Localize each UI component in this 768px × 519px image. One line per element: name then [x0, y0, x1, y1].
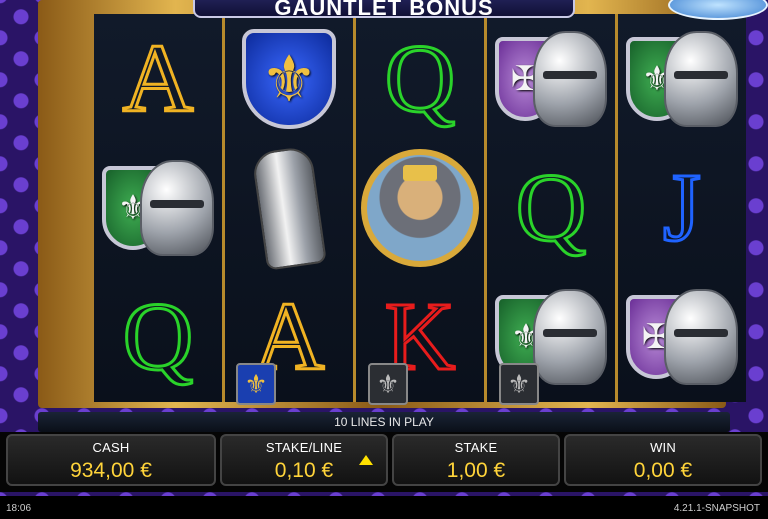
reel-5: ⚜ J ✠ — [618, 14, 746, 402]
knight-helmet-icon — [533, 288, 607, 385]
letter-symbol: A — [121, 24, 195, 133]
purple-shield-helmet: ✠ — [618, 272, 746, 401]
gauntlet — [225, 143, 353, 272]
reel-frame: A ⚜ Q ⚜ A Q K ✠ Q ⚜ ⚜ J ✠ — [38, 0, 746, 408]
win-value: 0,00 € — [633, 459, 693, 482]
reels-area: A ⚜ Q ⚜ A Q K ✠ Q ⚜ ⚜ J ✠ — [94, 14, 746, 402]
fleur-de-lis-shield-icon: ⚜ — [242, 28, 336, 129]
reel-3: QK — [356, 14, 487, 402]
green-shield-helmet: ⚜ — [618, 14, 746, 143]
reel-4: ✠ Q ⚜ — [487, 14, 618, 402]
king-portrait — [356, 143, 484, 272]
knight-helmet-icon — [533, 30, 607, 127]
lines-in-play-bar: 10 LINES IN PLAY — [38, 412, 730, 432]
letter-symbol: J — [661, 153, 702, 262]
reel-2: ⚜ A — [225, 14, 356, 402]
purple-shield-helmet: ✠ — [487, 14, 615, 143]
status-bar: 18:06 4.21.1-SNAPSHOT — [0, 496, 768, 519]
symbol-letter: Q — [94, 272, 222, 401]
lines-in-play-text: 10 LINES IN PLAY — [334, 415, 434, 429]
letter-symbol: Q — [383, 24, 457, 133]
win-box: WIN 0,00 € — [564, 434, 762, 486]
stake-value: 1,00 € — [446, 459, 506, 482]
cash-label: CASH — [92, 440, 130, 455]
game-title-banner: GAUNTLET BONUS — [193, 0, 575, 20]
knight-helmet-icon — [140, 159, 214, 256]
symbol-letter: A — [94, 14, 222, 143]
symbol-letter: J — [618, 143, 746, 272]
green-shield-helmet: ⚜ — [94, 143, 222, 272]
win-label: WIN — [650, 440, 676, 455]
letter-symbol: Q — [121, 282, 195, 391]
king-portrait-icon — [361, 148, 479, 267]
letter-symbol: Q — [514, 153, 588, 262]
symbol-letter: Q — [356, 14, 484, 143]
stake-box: STAKE 1,00 € — [392, 434, 560, 486]
reel-marker-grey-fleur: ⚜ — [368, 363, 408, 405]
stake-line-label: STAKE/LINE — [265, 440, 343, 455]
reel-1: A ⚜ Q — [94, 14, 225, 402]
gauntlet-icon — [251, 144, 327, 271]
reel-marker-blue-fleur: ⚜ — [236, 363, 276, 405]
knight-helmet-icon — [664, 288, 738, 385]
game-title: GAUNTLET BONUS — [274, 0, 494, 20]
symbol-letter: Q — [487, 143, 615, 272]
cash-value: 934,00 € — [70, 459, 152, 482]
clock: 18:06 — [6, 503, 32, 514]
blue-fleur-shield: ⚜ — [225, 14, 353, 143]
reel-marker-grey-fleur: ⚜ — [499, 363, 539, 405]
cash-box: CASH 934,00 € — [6, 434, 216, 486]
version-label: 4.21.1-SNAPSHOT — [673, 503, 760, 514]
stake-increase-arrow-icon[interactable] — [359, 455, 373, 465]
fleur-de-lis-icon: ⚜ — [260, 42, 318, 115]
stake-label: STAKE — [454, 440, 498, 455]
knight-helmet-icon — [664, 30, 738, 127]
